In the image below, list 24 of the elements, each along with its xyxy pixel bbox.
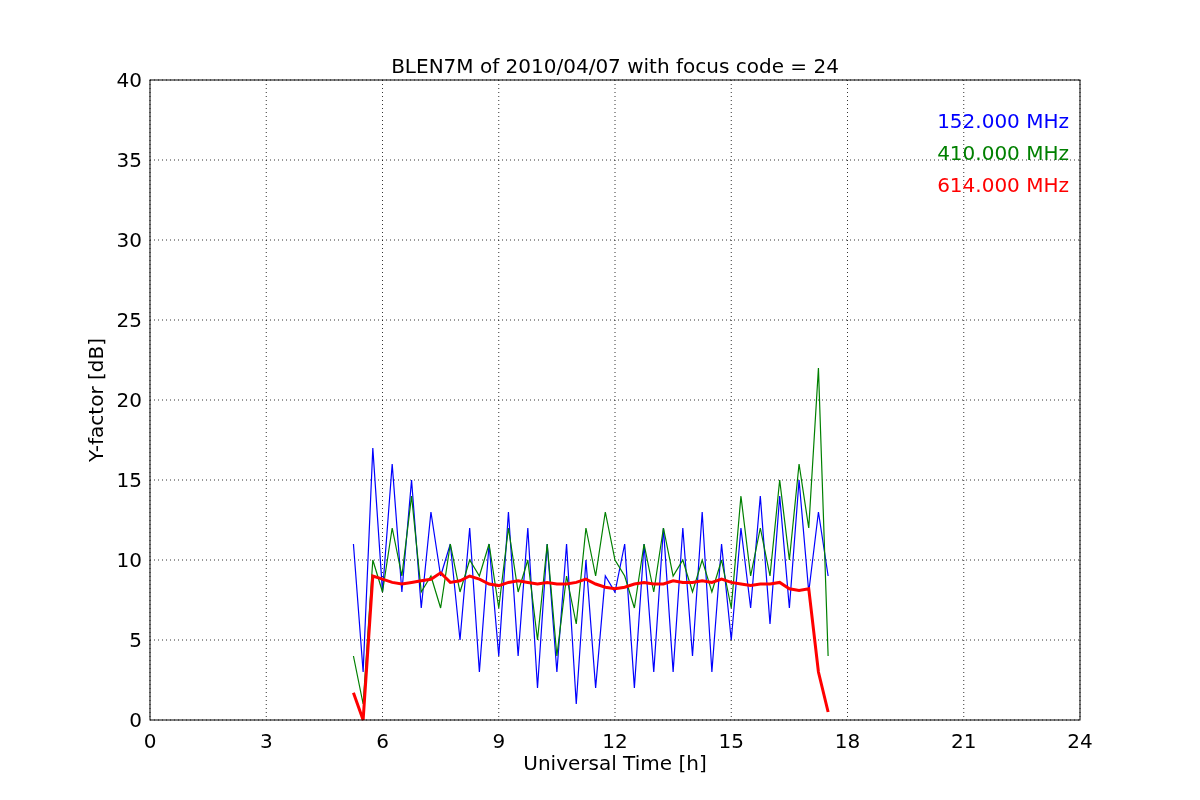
y-tick-label: 10: [116, 548, 142, 572]
x-tick-label: 9: [492, 729, 506, 753]
y-tick-label: 30: [116, 228, 142, 252]
legend-label: 152.000 MHz: [937, 109, 1069, 133]
x-tick-label: 3: [259, 729, 273, 753]
y-tick-label: 15: [116, 468, 142, 492]
x-tick-label: 15: [718, 729, 744, 753]
legend-label: 410.000 MHz: [937, 141, 1069, 165]
legend-label: 614.000 MHz: [937, 173, 1069, 197]
y-tick-label: 35: [116, 148, 142, 172]
x-tick-label: 24: [1067, 729, 1093, 753]
y-tick-label: 25: [116, 308, 142, 332]
chart-title: BLEN7M of 2010/04/07 with focus code = 24: [391, 54, 839, 78]
x-tick-label: 18: [834, 729, 861, 753]
x-tick-label: 0: [143, 729, 157, 753]
y-tick-label: 40: [116, 68, 142, 92]
y-tick-label: 5: [129, 628, 142, 652]
y-tick-label: 0: [129, 708, 142, 732]
y-tick-label: 20: [116, 388, 142, 412]
x-tick-label: 6: [376, 729, 389, 753]
x-tick-label: 21: [951, 729, 977, 753]
x-tick-label: 12: [602, 729, 628, 753]
x-axis-label: Universal Time [h]: [523, 751, 707, 775]
y-axis-label: Y-factor [dB]: [84, 338, 108, 462]
